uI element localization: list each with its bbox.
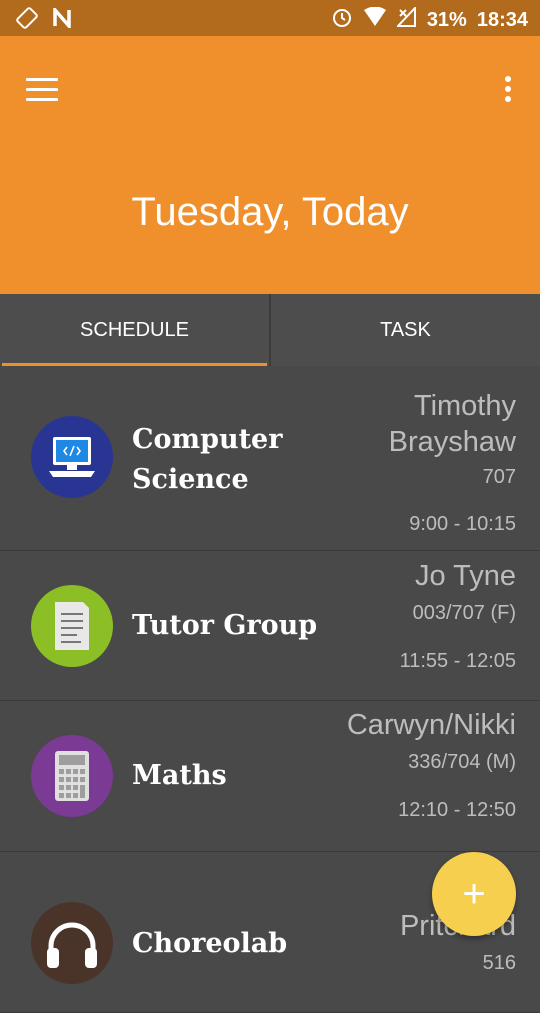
menu-icon[interactable] [26, 78, 58, 104]
signal-icon [395, 5, 417, 33]
tab-bar: SCHEDULE TASK [0, 294, 540, 366]
teacher-name: Jo Tyne [414, 560, 516, 592]
time-range: 11:55 - 12:05 [399, 650, 516, 672]
tab-schedule[interactable]: SCHEDULE [0, 294, 269, 366]
screen-rotation-icon [16, 7, 38, 34]
list-item[interactable]: Tutor Group Jo Tyne 003/707 (F) 11:55 - … [0, 551, 540, 701]
alarm-icon [331, 6, 353, 34]
add-button[interactable]: + [432, 852, 516, 936]
computer-icon [31, 416, 113, 498]
time-range: 9:00 - 10:15 [409, 513, 516, 535]
subject-name: Tutor Group [132, 610, 318, 641]
teacher-name: Timothy Brayshaw [388, 390, 516, 458]
list-item[interactable]: Maths Carwyn/Nikki 336/704 (M) 12:10 - 1… [0, 701, 540, 852]
subject-name: Choreolab [132, 928, 288, 959]
n-notification-icon [52, 5, 72, 33]
page-title: Tuesday, Today [131, 190, 409, 234]
room-number: 516 [482, 952, 516, 974]
calculator-icon [31, 735, 113, 817]
wifi-icon [363, 6, 387, 33]
more-options-icon[interactable] [502, 76, 514, 106]
app-bar: Tuesday, Today [0, 36, 540, 294]
subject-name: Maths [132, 760, 227, 791]
headphones-icon [31, 902, 113, 984]
status-bar: 31% 18:34 [0, 0, 540, 36]
room-number: 707 [482, 466, 516, 488]
teacher-name: Carwyn/Nikki [346, 709, 516, 741]
tab-task[interactable]: TASK [271, 294, 540, 366]
room-number: 003/707 (F) [412, 602, 516, 624]
battery-percentage: 31% [426, 8, 467, 31]
clock: 18:34 [476, 8, 528, 31]
list-item[interactable]: Computer Science Timothy Brayshaw 707 9:… [0, 366, 540, 551]
time-range: 12:10 - 12:50 [398, 799, 516, 821]
document-icon [31, 585, 113, 667]
subject-name: Computer Science [132, 424, 283, 495]
room-number: 336/704 (M) [408, 751, 516, 773]
